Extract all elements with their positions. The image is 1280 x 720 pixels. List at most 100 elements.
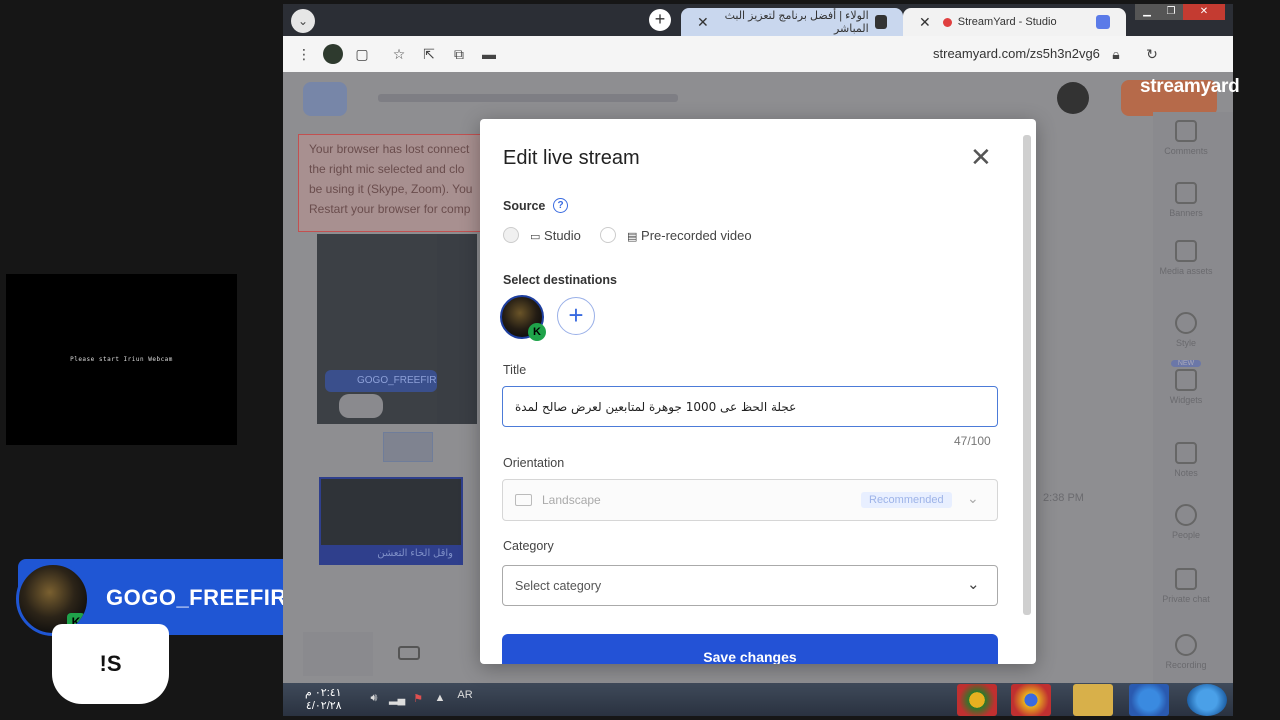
tab-search-chevron-icon[interactable]: ⌄ xyxy=(291,9,315,33)
banners-icon xyxy=(1175,182,1197,204)
rail-comments[interactable]: Comments xyxy=(1153,120,1219,156)
chrome-app-icon[interactable] xyxy=(957,684,997,716)
film-icon: ▤ xyxy=(627,231,638,243)
browser-toolbar: ⋮ ▢ ☆ ⇱ ⧉ ▬ streamyard.com/zs5h3n2vg6 🔒︎… xyxy=(283,36,1233,72)
tab-title: الولاء | أفضل برنامج لتعزيز البث المباشر xyxy=(724,10,869,35)
close-icon[interactable]: ✕ xyxy=(697,14,709,31)
recording-dot-icon xyxy=(942,17,952,27)
camera-icon[interactable] xyxy=(398,646,420,660)
mic-button[interactable] xyxy=(303,632,373,676)
start-button-icon[interactable] xyxy=(1187,684,1227,716)
tab-arabic-site[interactable]: الولاء | أفضل برنامج لتعزيز البث المباشر… xyxy=(681,8,903,36)
new-badge: NEW xyxy=(1171,360,1201,367)
landscape-icon xyxy=(515,494,532,506)
broadcast-title xyxy=(378,94,678,102)
modal-scrollbar[interactable] xyxy=(1023,135,1031,615)
maximize-icon[interactable]: ❐ xyxy=(1159,4,1183,20)
participant-chip xyxy=(339,394,383,418)
rail-notes[interactable]: Notes xyxy=(1153,442,1219,478)
orientation-select[interactable]: Landscape Recommended ⌄ xyxy=(502,479,998,521)
char-count: 47/100 xyxy=(954,434,991,448)
message-bubble: !S xyxy=(52,624,169,704)
style-icon xyxy=(1175,312,1197,334)
title-value: عجلة الحظ عى 1000 جوهرة لمتابعين لعرض صا… xyxy=(515,399,797,414)
category-placeholder: Select category xyxy=(515,579,602,593)
title-input[interactable]: عجلة الحظ عى 1000 جوهرة لمتابعين لعرض صا… xyxy=(502,386,998,427)
chrome-active-icon[interactable] xyxy=(1011,684,1051,716)
help-icon[interactable]: ? xyxy=(553,198,568,213)
tab-bar: ⌄ + الولاء | أفضل برنامج لتعزيز البث الم… xyxy=(283,4,1233,36)
close-icon[interactable]: ✕ xyxy=(970,144,992,170)
add-destination-button[interactable]: + xyxy=(557,297,595,335)
category-select[interactable]: Select category ⌄ xyxy=(502,565,998,606)
reload-icon[interactable]: ↻ xyxy=(1143,45,1161,63)
extension-icon[interactable] xyxy=(323,44,343,64)
source-label: Source xyxy=(503,199,546,213)
tray-date: ٤/٠٢/٢٨ xyxy=(305,700,342,712)
menu-dots-icon[interactable]: ⋮ xyxy=(295,45,313,63)
share-icon[interactable]: ⇱ xyxy=(420,45,438,63)
star-icon[interactable]: ☆ xyxy=(390,45,408,63)
recommended-badge: Recommended xyxy=(861,492,952,508)
source-studio-option[interactable]: ▭ Studio xyxy=(530,228,581,243)
minimize-icon[interactable]: ▁ xyxy=(1135,4,1159,20)
banner-name: GOGO_FREEFIRE xyxy=(106,585,302,610)
destination-avatar[interactable]: K xyxy=(500,295,546,341)
rail-style[interactable]: Style xyxy=(1153,312,1219,348)
rail-widgets[interactable]: NEW Widgets xyxy=(1153,360,1219,405)
source-prerecorded-option[interactable]: ▤ Pre-recorded video xyxy=(627,228,752,243)
internet-explorer-icon[interactable] xyxy=(1129,684,1169,716)
save-changes-button[interactable]: Save changes xyxy=(502,634,998,664)
title-label: Title xyxy=(503,363,527,377)
tray-expand-icon[interactable]: ▲ xyxy=(433,692,447,706)
scene-tile[interactable]: واقل الخاء التعشن xyxy=(319,477,463,565)
address-bar[interactable]: streamyard.com/zs5h3n2vg6 xyxy=(933,46,1100,61)
private-chat-icon xyxy=(1175,568,1197,590)
lock-icon: 🔒︎ xyxy=(1112,46,1120,62)
rail-media[interactable]: Media assets xyxy=(1153,240,1219,276)
people-icon xyxy=(1175,504,1197,526)
alert-line: Restart your browser for comp xyxy=(309,202,471,216)
close-window-icon[interactable]: ✕ xyxy=(1183,4,1225,20)
category-label: Category xyxy=(503,539,554,553)
orientation-label: Orientation xyxy=(503,456,565,470)
media-icon xyxy=(1175,240,1197,262)
file-explorer-icon[interactable] xyxy=(1073,684,1113,716)
tray-clock[interactable]: ٠٢:٤١ م ٤/٠٢/٢٨ xyxy=(305,687,342,713)
translate-icon[interactable]: ⧉ xyxy=(450,45,468,63)
camera-icon[interactable]: ▬ xyxy=(480,45,498,63)
language-indicator[interactable]: AR xyxy=(455,689,475,703)
volume-icon[interactable]: 🔊︎ xyxy=(367,692,381,706)
rail-recording[interactable]: Recording xyxy=(1153,634,1219,670)
destinations-label: Select destinations xyxy=(503,273,617,287)
streamyard-logo-icon xyxy=(303,82,347,116)
tray-time: ٠٢:٤١ م xyxy=(305,687,342,699)
orientation-value: Landscape xyxy=(542,493,601,507)
rail-people[interactable]: People xyxy=(1153,504,1219,540)
source-studio-radio[interactable] xyxy=(503,227,519,243)
window-controls: ▁ ❐ ✕ xyxy=(1135,4,1233,22)
browser-alert: Your browser has lost connect the right … xyxy=(298,134,498,232)
close-icon[interactable]: ✕ xyxy=(919,14,931,31)
site-favicon-icon xyxy=(874,15,887,29)
message-time: 2:38 PM xyxy=(1043,492,1084,504)
scene-label: واقل الخاء التعشن xyxy=(321,545,461,563)
rail-private-chat[interactable]: Private chat xyxy=(1153,568,1219,604)
sidebar-icon[interactable]: ▢ xyxy=(353,45,371,63)
source-prerecorded-radio[interactable] xyxy=(600,227,616,243)
network-icon[interactable]: ▂▄ xyxy=(389,692,405,706)
participant-name: GOGO_FREEFIRE xyxy=(325,370,443,392)
layout-button[interactable] xyxy=(383,432,433,462)
new-tab-button[interactable]: + xyxy=(649,9,671,31)
right-rail: Comments Banners Media assets Style NEW W… xyxy=(1153,112,1233,683)
avatar[interactable] xyxy=(1057,82,1089,114)
webcam-message: Please start Iriun Webcam xyxy=(70,356,173,363)
notes-icon xyxy=(1175,442,1197,464)
comments-icon xyxy=(1175,120,1197,142)
modal-title: Edit live stream xyxy=(503,147,640,169)
chevron-down-icon: ⌄ xyxy=(967,490,979,506)
streamyard-favicon-icon xyxy=(1096,15,1110,29)
rail-banners[interactable]: Banners xyxy=(1153,182,1219,218)
flag-icon[interactable]: ⚑ xyxy=(411,692,425,706)
tab-streamyard[interactable]: ✕ StreamYard - Studio xyxy=(903,8,1126,36)
